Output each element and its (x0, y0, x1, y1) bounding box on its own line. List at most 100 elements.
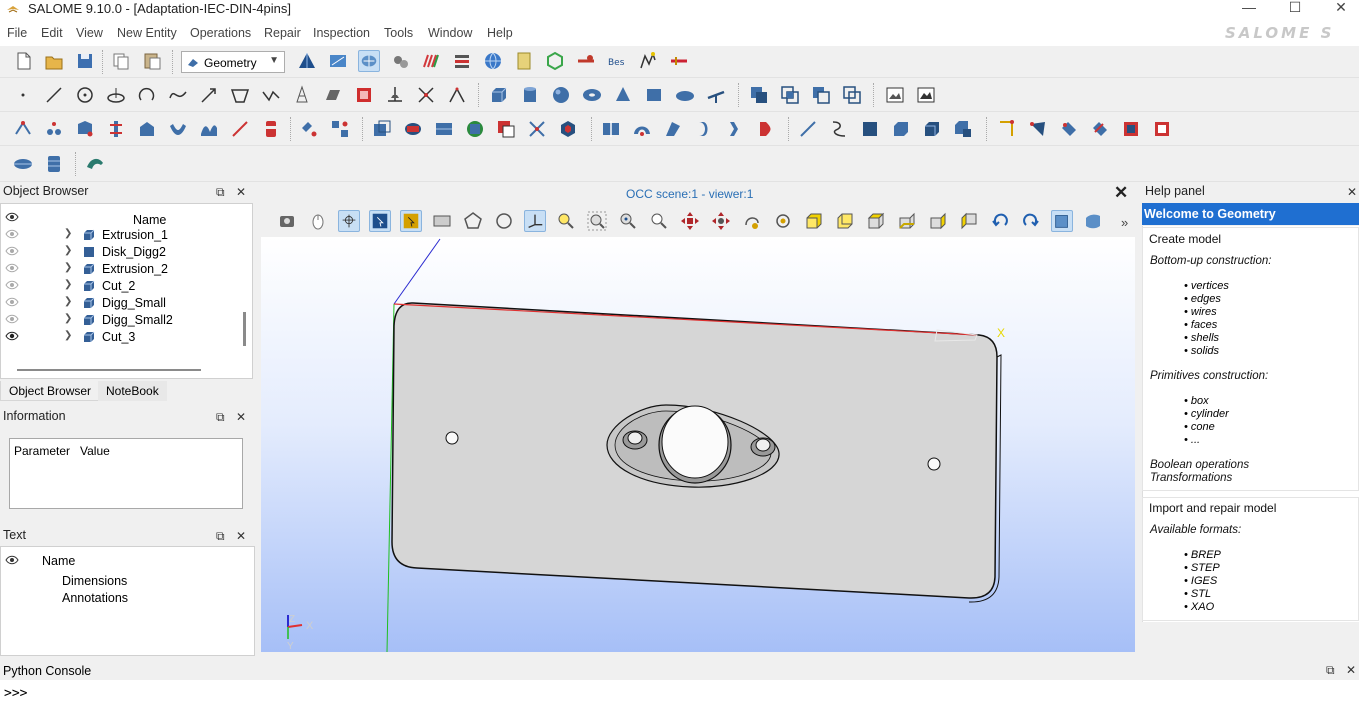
menu-help[interactable]: Help (486, 26, 514, 40)
cut-icon[interactable] (810, 84, 832, 106)
rectangle-selection-icon[interactable] (369, 210, 391, 232)
dump-view-icon[interactable] (276, 210, 298, 232)
visibility-eye-icon[interactable] (5, 212, 19, 222)
back-view-icon[interactable] (834, 210, 856, 232)
common-icon[interactable] (779, 84, 801, 106)
fuse-icon[interactable] (748, 84, 770, 106)
menu-repair[interactable]: Repair (263, 26, 302, 40)
picture-export-icon[interactable] (915, 84, 937, 106)
cone-icon[interactable] (612, 84, 634, 106)
glue-faces-icon[interactable] (1120, 118, 1142, 140)
rectangle-face-icon[interactable] (643, 84, 665, 106)
fit-area-icon[interactable] (586, 210, 608, 232)
python-console-input[interactable]: >>> (0, 680, 1359, 702)
edge-filling-icon[interactable] (229, 118, 251, 140)
expand-arrow-icon[interactable]: ❯ (64, 228, 72, 239)
geometry-module-button-icon[interactable] (296, 50, 318, 72)
minimize-button[interactable]: — (1226, 0, 1272, 22)
build-face-icon[interactable] (859, 118, 881, 140)
right-view-icon[interactable] (958, 210, 980, 232)
maximize-button[interactable]: ☐ (1272, 0, 1318, 22)
close-contour-icon[interactable] (1027, 118, 1049, 140)
panning-icon[interactable] (679, 210, 701, 232)
tree-item-digg-small2[interactable]: ❯ Digg_Small2 (1, 312, 237, 329)
hidden-eye-icon[interactable] (5, 314, 19, 324)
explode-icon[interactable] (298, 118, 320, 140)
build-wire-icon[interactable] (828, 118, 850, 140)
open-folder-icon[interactable] (43, 50, 65, 72)
ellipse-icon[interactable] (105, 84, 127, 106)
bottom-view-icon[interactable] (896, 210, 918, 232)
point-icon[interactable] (12, 84, 34, 106)
expand-arrow-icon[interactable]: ❯ (64, 245, 72, 256)
section-icon[interactable] (841, 84, 863, 106)
isoline-icon[interactable] (415, 84, 437, 106)
horizontal-scrollbar[interactable] (17, 369, 201, 371)
text-item-annotations[interactable]: Annotations (62, 591, 128, 605)
polyline-2d-icon[interactable] (446, 84, 468, 106)
mouse-mode-icon[interactable] (307, 210, 329, 232)
sketcher-icon[interactable] (322, 84, 344, 106)
stacked-cylinders-icon[interactable] (43, 153, 65, 175)
save-icon[interactable] (74, 50, 96, 72)
clockwise-rotation-icon[interactable] (1020, 210, 1042, 232)
menu-inspection[interactable]: Inspection (312, 26, 371, 40)
rotate-icon[interactable] (772, 210, 794, 232)
rectangle-tool-icon[interactable] (431, 210, 453, 232)
expand-arrow-icon[interactable]: ❯ (64, 330, 72, 341)
filling-icon[interactable] (74, 118, 96, 140)
plane-face-icon[interactable] (705, 84, 727, 106)
jobmanager-module-icon[interactable] (451, 50, 473, 72)
float-dock-icon[interactable]: ⧉ (216, 183, 225, 201)
visibility-eye-icon[interactable] (5, 555, 19, 565)
close-dock-icon[interactable]: ✕ (1346, 663, 1356, 677)
circle-icon[interactable] (74, 84, 96, 106)
scale-icon[interactable] (464, 118, 486, 140)
expand-arrow-icon[interactable]: ❯ (64, 296, 72, 307)
scroll-icon[interactable] (513, 50, 535, 72)
suppress-faces-icon[interactable] (996, 118, 1018, 140)
fillet-icon[interactable] (693, 118, 715, 140)
tree-item-extrusion-1[interactable]: ❯ Extrusion_1 (1, 227, 237, 244)
yacs-module-icon[interactable] (390, 50, 412, 72)
shell-icon[interactable] (167, 118, 189, 140)
object-browser-tree[interactable]: Name ❯ Extrusion_1 ❯ Disk_Digg2 ❯ Extrus… (0, 203, 253, 379)
remove-holes-icon[interactable] (1058, 118, 1080, 140)
tab-object-browser[interactable]: Object Browser (0, 381, 101, 401)
fit-all-icon[interactable] (555, 210, 577, 232)
paste-icon[interactable] (141, 50, 163, 72)
picture-import-icon[interactable] (884, 84, 906, 106)
polyline-icon[interactable] (260, 84, 282, 106)
build-compound-solid-icon[interactable] (952, 118, 974, 140)
hidden-eye-icon[interactable] (5, 297, 19, 307)
box-icon[interactable] (488, 84, 510, 106)
smesh-module-icon[interactable] (358, 50, 380, 72)
text-item-dimensions[interactable]: Dimensions (62, 574, 127, 588)
global-panning-icon[interactable] (710, 210, 732, 232)
tab-notebook[interactable]: NoteBook (98, 381, 167, 401)
expand-arrow-icon[interactable]: ❯ (64, 279, 72, 290)
ydefx-icon[interactable] (637, 50, 659, 72)
module-selector[interactable]: Geometry ▼ (181, 51, 285, 73)
3d-viewport[interactable]: X Z X Y (261, 237, 1135, 652)
anticlockwise-rotation-icon[interactable] (989, 210, 1011, 232)
pipe-icon[interactable] (105, 118, 127, 140)
line-icon[interactable] (43, 84, 65, 106)
tree-item-cut-3[interactable]: ❯ Cut_3 (1, 329, 237, 346)
front-view-icon[interactable] (803, 210, 825, 232)
hidden-eye-icon[interactable] (5, 280, 19, 290)
extrusion-icon[interactable] (12, 118, 34, 140)
close-dock-icon[interactable]: ✕ (236, 527, 246, 545)
clone-view-icon[interactable] (1082, 210, 1104, 232)
limit-tolerance-icon[interactable] (1151, 118, 1173, 140)
3d-sketch-icon[interactable] (384, 84, 406, 106)
screw-hole-left[interactable] (445, 431, 459, 445)
float-dock-icon[interactable]: ⧉ (216, 408, 225, 426)
shape-process-icon[interactable] (662, 118, 684, 140)
hidden-eye-icon[interactable] (5, 229, 19, 239)
hexablock-icon[interactable]: Bes (606, 50, 628, 72)
toolbar-overflow-icon[interactable]: » (1121, 215, 1128, 230)
rotation-icon[interactable] (402, 118, 424, 140)
revolution-icon[interactable] (43, 118, 65, 140)
menu-view[interactable]: View (75, 26, 104, 40)
